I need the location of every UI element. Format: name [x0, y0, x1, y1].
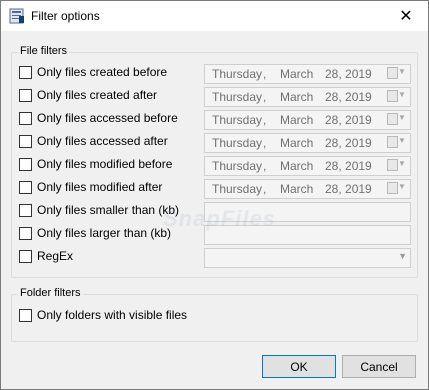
filter-row-accessed-after: Only files accessed after Thursday , Mar…	[19, 133, 414, 153]
chevron-down-icon[interactable]: ▼	[398, 159, 406, 168]
date-day: Thursday	[212, 182, 263, 196]
accessed-after-checkbox[interactable]	[19, 135, 32, 148]
window-title: Filter options	[31, 9, 100, 23]
created-before-label[interactable]: Only files created before	[37, 65, 167, 79]
visible-folders-label[interactable]: Only folders with visible files	[37, 308, 187, 322]
date-separator: ,	[263, 182, 267, 196]
modified-before-label[interactable]: Only files modified before	[37, 157, 172, 171]
created-before-checkbox[interactable]	[19, 66, 32, 79]
filter-row-regex: RegEx ▼	[19, 248, 414, 268]
date-day: Thursday	[212, 159, 263, 173]
date-separator: ,	[263, 159, 267, 173]
filter-row-created-after: Only files created after Thursday , Marc…	[19, 87, 414, 107]
modified-after-date-picker[interactable]: Thursday , March 28, 2019 ▼	[204, 179, 411, 199]
regex-checkbox[interactable]	[19, 250, 32, 263]
date-day-year: 28, 2019	[325, 90, 372, 104]
accessed-before-checkbox[interactable]	[19, 112, 32, 125]
date-day-year: 28, 2019	[325, 67, 372, 81]
accessed-before-label[interactable]: Only files accessed before	[37, 111, 178, 125]
accessed-before-date-picker[interactable]: Thursday , March 28, 2019 ▼	[204, 110, 411, 130]
calendar-icon[interactable]	[387, 136, 398, 148]
modified-before-checkbox[interactable]	[19, 158, 32, 171]
date-day: Thursday	[212, 113, 263, 127]
title-bar: Filter options ✕	[1, 1, 428, 31]
date-day-year: 28, 2019	[325, 113, 372, 127]
calendar-icon[interactable]	[387, 113, 398, 125]
filter-options-dialog: Filter options ✕ File filters Only files…	[0, 0, 429, 390]
close-icon: ✕	[399, 8, 413, 25]
chevron-down-icon[interactable]: ▼	[398, 113, 406, 122]
date-month: March	[280, 90, 314, 104]
date-month: March	[280, 113, 314, 127]
created-after-checkbox[interactable]	[19, 89, 32, 102]
modified-after-checkbox[interactable]	[19, 181, 32, 194]
date-separator: ,	[263, 90, 267, 104]
accessed-after-date-picker[interactable]: Thursday , March 28, 2019 ▼	[204, 133, 411, 153]
created-before-date-picker[interactable]: Thursday , March 28, 2019 ▼	[204, 64, 411, 84]
filter-row-created-before: Only files created before Thursday , Mar…	[19, 64, 414, 84]
filter-row-modified-before: Only files modified before Thursday , Ma…	[19, 156, 414, 176]
smaller-than-label[interactable]: Only files smaller than (kb)	[37, 203, 179, 217]
date-day: Thursday	[212, 136, 263, 150]
chevron-down-icon[interactable]: ▼	[398, 136, 406, 145]
ok-button[interactable]: OK	[262, 355, 336, 378]
folder-filters-label: Folder filters	[18, 287, 83, 299]
close-button[interactable]: ✕	[384, 1, 428, 31]
filter-options-app-icon	[9, 8, 24, 24]
date-day-year: 28, 2019	[325, 182, 372, 196]
calendar-icon[interactable]	[387, 67, 398, 79]
chevron-down-icon[interactable]: ▼	[398, 90, 406, 99]
watermark-logo: SnapFiles	[163, 206, 276, 231]
regex-combobox[interactable]: ▼	[204, 248, 411, 268]
file-filters-label: File filters	[18, 45, 70, 57]
date-month: March	[280, 136, 314, 150]
calendar-icon[interactable]	[387, 159, 398, 171]
cancel-button[interactable]: Cancel	[342, 355, 416, 378]
date-day: Thursday	[212, 90, 263, 104]
accessed-after-label[interactable]: Only files accessed after	[37, 134, 168, 148]
larger-than-checkbox[interactable]	[19, 227, 32, 240]
date-month: March	[280, 159, 314, 173]
visible-folders-checkbox[interactable]	[19, 309, 32, 322]
date-separator: ,	[263, 113, 267, 127]
created-after-label[interactable]: Only files created after	[37, 88, 157, 102]
created-after-date-picker[interactable]: Thursday , March 28, 2019 ▼	[204, 87, 411, 107]
modified-before-date-picker[interactable]: Thursday , March 28, 2019 ▼	[204, 156, 411, 176]
regex-label[interactable]: RegEx	[37, 249, 73, 263]
chevron-down-icon[interactable]: ▼	[398, 67, 406, 76]
date-day-year: 28, 2019	[325, 136, 372, 150]
date-day: Thursday	[212, 67, 263, 81]
filter-row-visible-folders: Only folders with visible files	[19, 307, 414, 325]
chevron-down-icon[interactable]: ▼	[398, 182, 406, 191]
date-month: March	[280, 67, 314, 81]
filter-row-accessed-before: Only files accessed before Thursday , Ma…	[19, 110, 414, 130]
filter-row-modified-after: Only files modified after Thursday , Mar…	[19, 179, 414, 199]
calendar-icon[interactable]	[387, 90, 398, 102]
modified-after-label[interactable]: Only files modified after	[37, 180, 162, 194]
date-separator: ,	[263, 136, 267, 150]
date-month: March	[280, 182, 314, 196]
larger-than-label[interactable]: Only files larger than (kb)	[37, 226, 171, 240]
smaller-than-checkbox[interactable]	[19, 204, 32, 217]
date-day-year: 28, 2019	[325, 159, 372, 173]
chevron-down-icon[interactable]: ▼	[398, 251, 407, 261]
date-separator: ,	[263, 67, 267, 81]
calendar-icon[interactable]	[387, 182, 398, 194]
